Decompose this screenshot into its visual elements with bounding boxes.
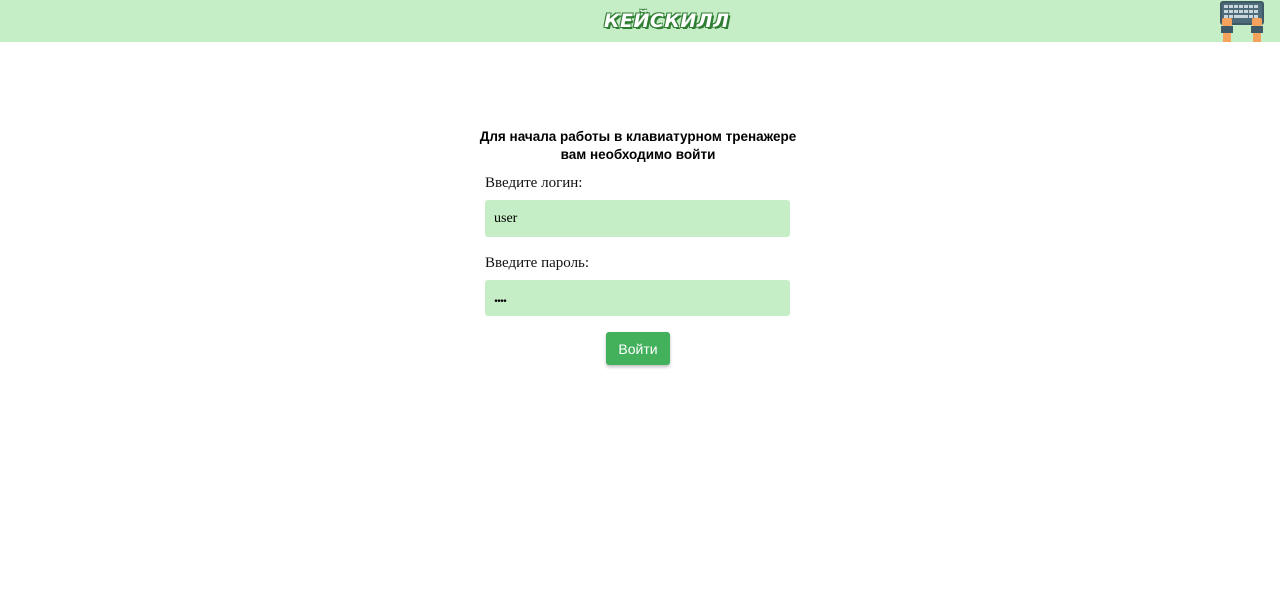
login-input[interactable]: [485, 200, 790, 237]
login-heading: Для начала работы в клавиатурном тренаже…: [479, 129, 797, 162]
keyboard-typing-icon[interactable]: [1218, 0, 1266, 42]
password-input[interactable]: [485, 280, 790, 316]
top-header: КЕЙСКИЛЛ: [0, 0, 1280, 42]
app-logo[interactable]: КЕЙСКИЛЛ: [604, 9, 729, 33]
login-button[interactable]: Войти: [606, 332, 670, 365]
password-label: Введите пароль:: [485, 255, 590, 271]
login-label: Введите логин:: [485, 175, 583, 191]
